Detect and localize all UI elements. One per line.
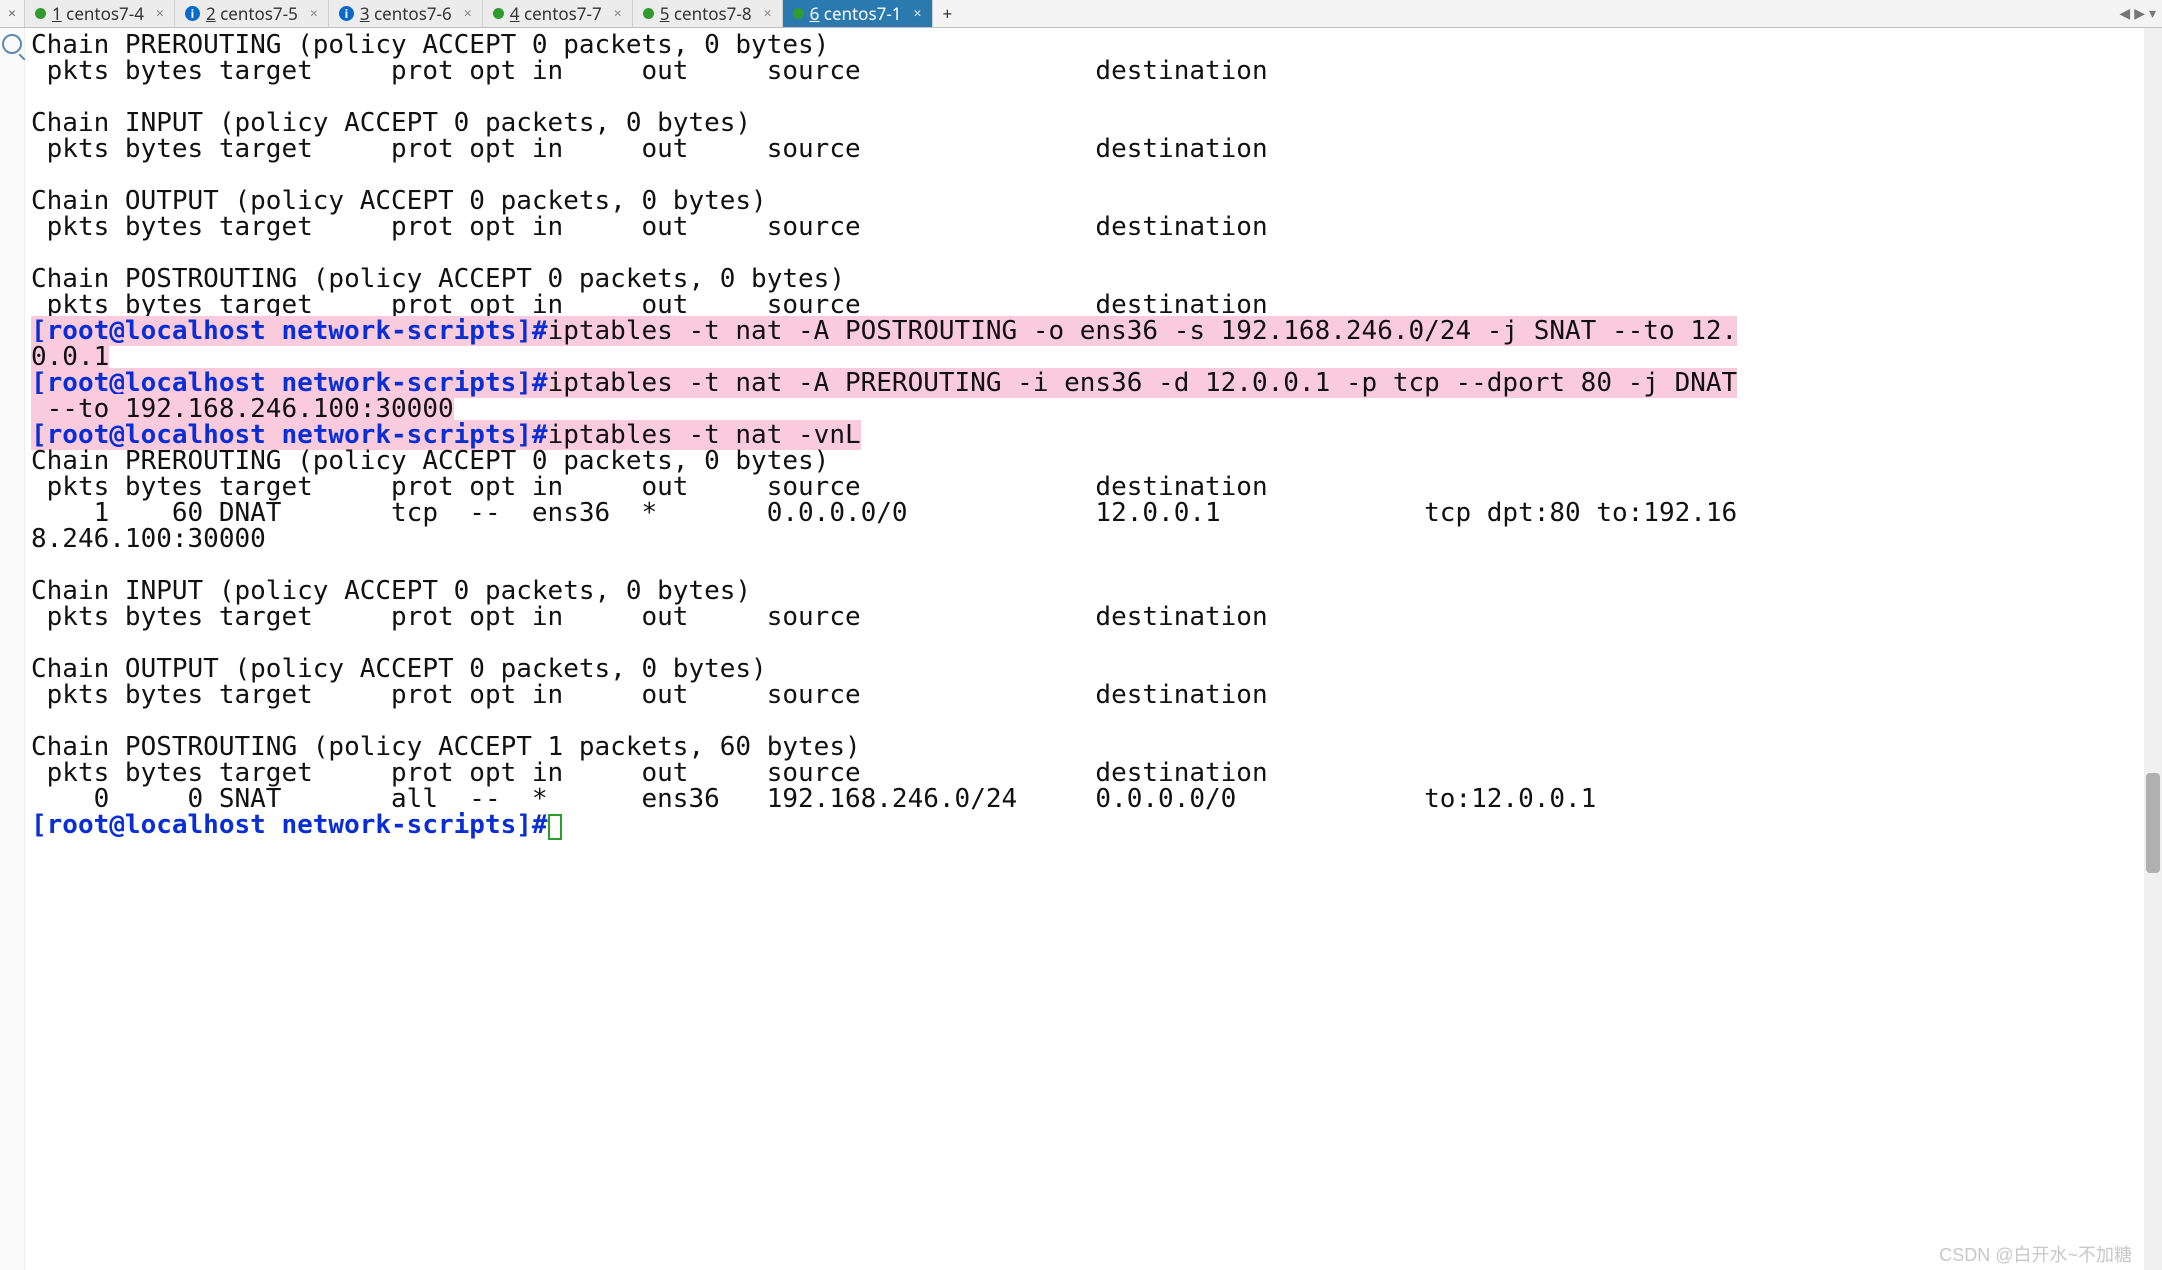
tab-label: centos7-8 bbox=[674, 2, 752, 25]
tab-hotkey: 5 bbox=[660, 2, 670, 25]
tab-hotkey: 4 bbox=[510, 2, 520, 25]
tab-hotkey: 2 bbox=[206, 2, 216, 25]
left-gutter bbox=[0, 28, 25, 1270]
output-line: pkts bytes target prot opt in out source… bbox=[31, 212, 1268, 242]
shell-prompt: [root@localhost network-scripts]# bbox=[31, 810, 548, 840]
tab-centos7-4[interactable]: 1 centos7-4 × bbox=[25, 0, 175, 27]
close-icon[interactable]: × bbox=[156, 4, 164, 23]
tab-centos7-1[interactable]: 6 centos7-1 × bbox=[783, 0, 933, 27]
scrollbar[interactable] bbox=[2144, 28, 2162, 1270]
tab-centos7-6[interactable]: 3 centos7-6 × bbox=[329, 0, 483, 27]
output-line: 1 60 DNAT tcp -- ens36 * 0.0.0.0/0 12.0.… bbox=[31, 498, 1737, 528]
command-text: iptables -t nat -A POSTROUTING -o ens36 … bbox=[548, 316, 1738, 346]
tab-label: centos7-4 bbox=[66, 2, 144, 25]
tab-nav: ◀ ▶ ▾ bbox=[2113, 0, 2162, 27]
cursor-icon bbox=[548, 814, 562, 840]
nav-right-icon[interactable]: ▶ bbox=[2134, 4, 2145, 23]
tab-bar: × 1 centos7-4 × 2 centos7-5 × 3 centos7-… bbox=[0, 0, 2162, 28]
tab-centos7-7[interactable]: 4 centos7-7 × bbox=[483, 0, 633, 27]
close-icon[interactable]: × bbox=[764, 4, 772, 23]
tab-label: centos7-1 bbox=[824, 2, 902, 25]
close-icon[interactable]: × bbox=[914, 4, 922, 23]
search-icon[interactable] bbox=[2, 34, 22, 54]
status-dot-icon bbox=[35, 8, 46, 19]
output-line: pkts bytes target prot opt in out source… bbox=[31, 602, 1268, 632]
tab-hotkey: 1 bbox=[52, 2, 62, 25]
new-tab-button[interactable]: + bbox=[933, 0, 963, 27]
close-icon[interactable]: × bbox=[464, 4, 472, 23]
tab-centos7-5[interactable]: 2 centos7-5 × bbox=[175, 0, 329, 27]
status-dot-icon bbox=[793, 8, 804, 19]
output-line: pkts bytes target prot opt in out source… bbox=[31, 56, 1268, 86]
nav-menu-icon[interactable]: ▾ bbox=[2149, 4, 2156, 23]
close-all-tabs[interactable]: × bbox=[0, 0, 25, 27]
output-line: 8.246.100:30000 bbox=[31, 524, 266, 554]
close-icon[interactable]: × bbox=[614, 4, 622, 23]
status-dot-icon bbox=[643, 8, 654, 19]
info-icon bbox=[339, 6, 354, 21]
tab-hotkey: 3 bbox=[360, 2, 370, 25]
tab-centos7-8[interactable]: 5 centos7-8 × bbox=[633, 0, 783, 27]
tab-label: centos7-5 bbox=[220, 2, 298, 25]
info-icon bbox=[185, 6, 200, 21]
watermark: CSDN @白开水~不加糖 bbox=[1939, 1246, 2132, 1264]
terminal-output[interactable]: Chain PREROUTING (policy ACCEPT 0 packet… bbox=[25, 28, 2162, 1270]
output-line: pkts bytes target prot opt in out source… bbox=[31, 134, 1268, 164]
tab-hotkey: 6 bbox=[810, 2, 820, 25]
output-line: pkts bytes target prot opt in out source… bbox=[31, 680, 1268, 710]
close-icon[interactable]: × bbox=[310, 4, 318, 23]
tab-label: centos7-6 bbox=[374, 2, 452, 25]
command-text: iptables -t nat -A PREROUTING -i ens36 -… bbox=[548, 368, 1738, 398]
nav-left-icon[interactable]: ◀ bbox=[2119, 4, 2130, 23]
tab-label: centos7-7 bbox=[524, 2, 602, 25]
status-dot-icon bbox=[493, 8, 504, 19]
scrollbar-thumb[interactable] bbox=[2146, 773, 2160, 873]
